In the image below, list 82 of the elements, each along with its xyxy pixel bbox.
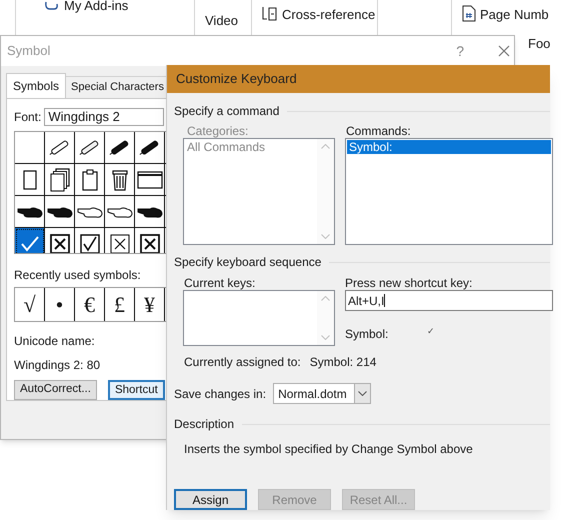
addins-button[interactable]: My Add-ins [64, 0, 128, 12]
assigned-label: Currently assigned to: [184, 354, 301, 371]
font-field[interactable]: Wingdings 2 [44, 108, 164, 126]
shortcut-key-field[interactable]: Alt+U,I [345, 290, 553, 311]
addins-icon [44, 1, 60, 11]
list-item[interactable]: Symbol: [347, 140, 551, 154]
assigned-value: Symbol: 214 [310, 354, 376, 371]
recent-symbols-label: Recently used symbols: [14, 267, 141, 284]
cross-reference-button[interactable]: Cross-reference [282, 5, 376, 24]
scroll-down-icon [321, 234, 330, 239]
dialog-title: Customize Keyboard [176, 70, 297, 88]
field-label: Press new shortcut key: [345, 277, 474, 290]
preview-label: Symbol: [345, 326, 390, 343]
description-text: Inserts the symbol specified by Change Symbol above [183, 441, 474, 458]
symbol-cell[interactable] [15, 196, 45, 228]
list-box[interactable]: Symbol: [345, 138, 553, 245]
symbol-cell[interactable] [45, 164, 75, 196]
scroll-down-icon [321, 335, 330, 340]
font-label: Font: [14, 109, 42, 126]
symbol-cell[interactable] [15, 132, 45, 164]
section-heading: Specify keyboard sequence [174, 254, 322, 271]
field-label: Commands: [345, 125, 412, 138]
character-code: Wingdings 2: 80 [14, 357, 100, 374]
save-label: Save changes in: [174, 386, 266, 402]
list-box[interactable]: All Commands [183, 138, 335, 245]
pages-icon [50, 168, 70, 192]
trash-icon [112, 168, 128, 190]
window-icon [136, 170, 162, 190]
symbol-cell[interactable]: ¥ [135, 288, 165, 321]
checkbox-cross-icon [110, 234, 130, 253]
section-heading: Description [174, 416, 234, 433]
symbol-cell[interactable]: € [75, 288, 105, 321]
checkbox-cross-icon [140, 234, 160, 253]
page-icon [22, 168, 36, 190]
symbol-cell[interactable] [135, 132, 165, 164]
help-button[interactable]: ? [456, 40, 464, 62]
save-dropdown[interactable]: Normal.dotm [273, 383, 372, 404]
symbol-cell[interactable] [105, 196, 135, 228]
video-button[interactable]: Video [205, 11, 238, 30]
footer-button[interactable]: Foo [528, 36, 550, 51]
checkbox-check-icon [80, 234, 100, 253]
symbol-cell[interactable] [15, 228, 45, 253]
clipboard-icon [82, 168, 98, 190]
cross-reference-icon [262, 5, 278, 21]
list-box[interactable] [183, 290, 335, 346]
symbol-preview: ✓ [427, 325, 435, 338]
symbol-cell[interactable] [45, 132, 75, 164]
symbol-cell[interactable]: √ [15, 288, 45, 321]
list-item[interactable]: All Commands [185, 140, 316, 154]
close-icon [498, 45, 510, 57]
page-number-icon [462, 5, 476, 22]
field-label: Current keys: [183, 277, 256, 290]
symbol-cell[interactable] [75, 196, 105, 228]
section-heading: Specify a command [174, 103, 280, 120]
checkbox-cross-icon [50, 234, 70, 253]
dialog-button[interactable]: Shortcut [108, 380, 165, 400]
symbol-cell[interactable] [75, 132, 105, 164]
chevron-down-icon [358, 391, 368, 396]
symbol-cell[interactable] [105, 164, 135, 196]
symbol-cell[interactable] [45, 196, 75, 228]
dialog-button[interactable]: Assign [174, 489, 247, 510]
symbol-cell[interactable] [15, 164, 45, 196]
pointing-hand-icon [106, 204, 132, 218]
dialog-title: Symbol [7, 42, 50, 60]
unicode-name-label: Unicode name: [14, 333, 95, 350]
scroll-up-icon [321, 144, 330, 149]
pointing-hand-icon [16, 204, 42, 218]
symbol-cell[interactable] [135, 196, 165, 228]
symbol-cell[interactable]: £ [105, 288, 135, 321]
pointing-hand-icon [136, 204, 162, 218]
symbol-cell[interactable] [75, 164, 105, 196]
symbol-cell[interactable]: • [45, 288, 75, 321]
tab[interactable]: Symbols [6, 73, 66, 98]
scroll-up-icon [321, 296, 330, 301]
field-label: Categories: [186, 125, 250, 138]
page-number-button[interactable]: Page Numb [480, 5, 549, 24]
symbol-cell[interactable] [135, 164, 165, 196]
dialog-button[interactable]: AutoCorrect... [14, 380, 97, 400]
symbol-cell[interactable] [105, 132, 135, 164]
pointing-hand-icon [76, 204, 102, 218]
check-icon [20, 234, 40, 252]
pointing-hand-icon [46, 204, 72, 218]
